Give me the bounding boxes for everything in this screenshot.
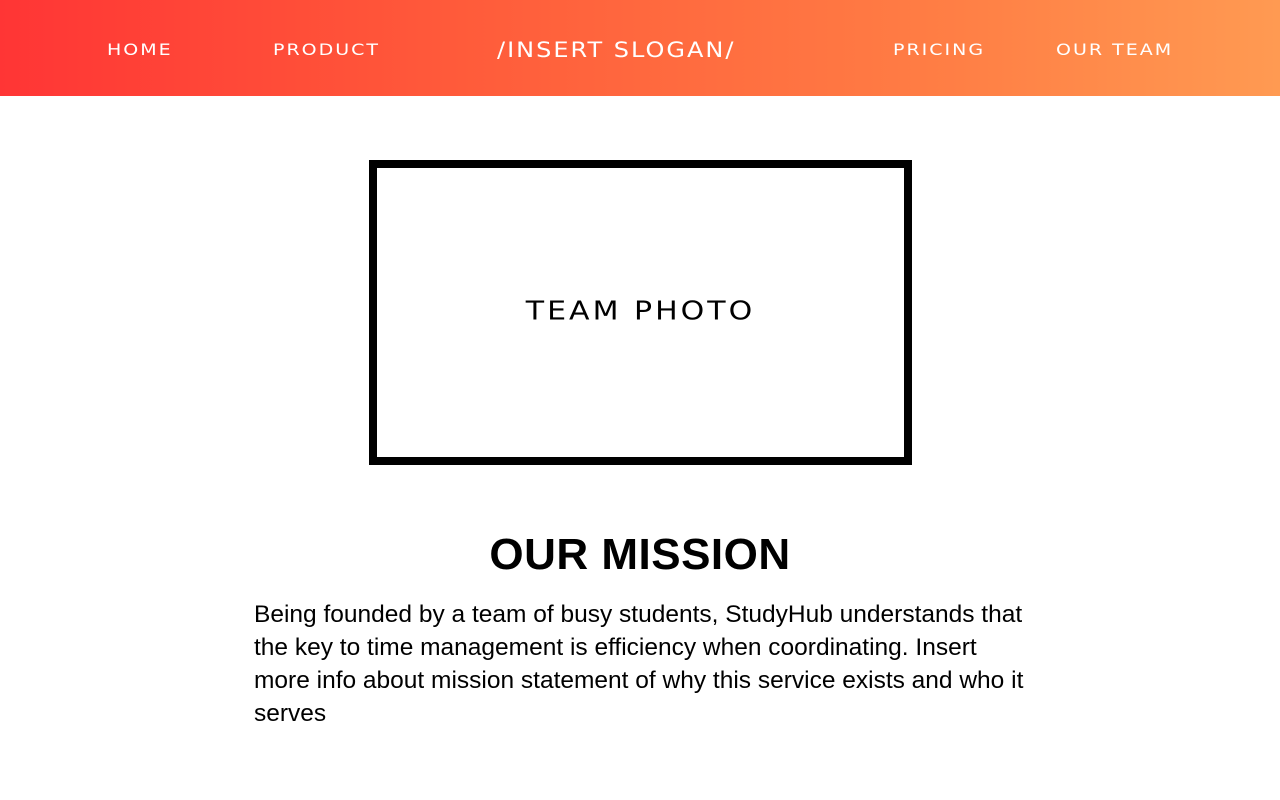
mission-statement-text: Being founded by a team of busy students… [254,601,1024,727]
mission-heading: OUR MISSION [489,530,791,579]
nav-link-product[interactable]: PRODUCT [273,38,380,62]
team-photo-label: TEAM PHOTO [525,296,756,327]
nav-link-pricing[interactable]: PRICING [893,38,985,62]
nav-link-home[interactable]: HOME [107,38,173,62]
top-navigation-bar: HOME PRODUCT /INSERT SLOGAN/ PRICING OUR… [0,0,1280,96]
nav-link-our-team[interactable]: OUR TEAM [1056,38,1173,62]
header-slogan: /INSERT SLOGAN/ [497,37,736,63]
team-photo-placeholder: TEAM PHOTO [369,160,912,465]
